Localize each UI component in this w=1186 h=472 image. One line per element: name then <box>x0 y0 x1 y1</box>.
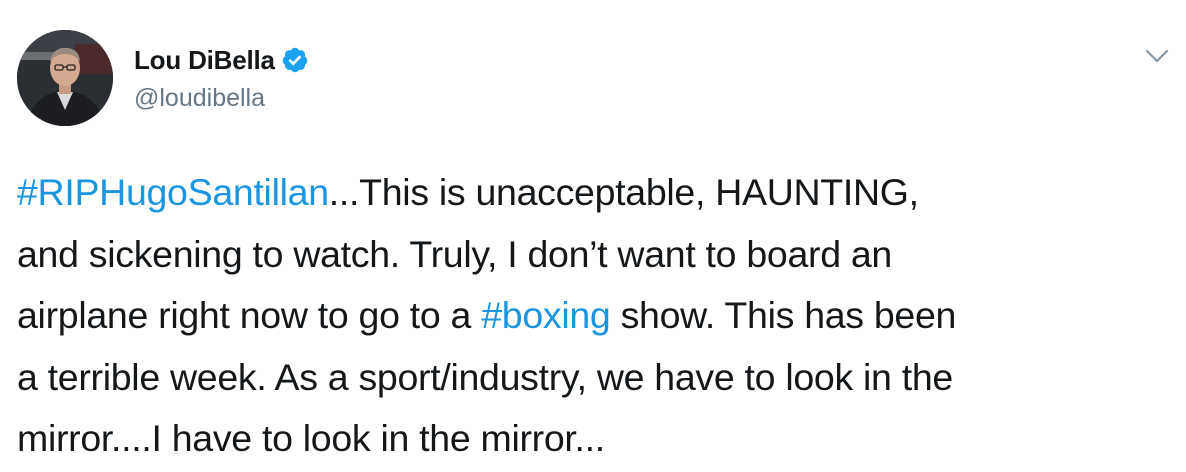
tweet-text-segment: airplane right now to go to a <box>17 294 482 336</box>
tweet-text-segment: show. This has been <box>610 294 957 336</box>
tweet-line-1: #RIPHugoSantillan...This is unacceptable… <box>17 162 1177 224</box>
tweet-line-4: a terrible week. As a sport/industry, we… <box>17 355 953 398</box>
verified-badge-icon <box>282 47 308 73</box>
tweet-text-segment: ...This is unacceptable, HAUNTING, <box>328 171 919 213</box>
author-handle[interactable]: @loudibella <box>134 84 265 113</box>
chevron-down-icon <box>1145 49 1169 63</box>
tweet-card: Lou DiBella @loudibella #RIPHugoSantilla… <box>0 0 1186 472</box>
tweet-line-5: mirror....I have to look in the mirror..… <box>17 417 605 459</box>
avatar[interactable] <box>17 30 113 126</box>
author-name-row[interactable]: Lou DiBella <box>134 43 309 77</box>
avatar-photo <box>17 30 113 126</box>
tweet-menu-button[interactable] <box>1142 44 1172 68</box>
display-name[interactable]: Lou DiBella <box>134 45 275 76</box>
hashtag-link[interactable]: #boxing <box>481 294 611 336</box>
tweet-line-3: airplane right now to go to a #boxing sh… <box>17 285 1177 347</box>
tweet-text: #RIPHugoSantillan...This is unacceptable… <box>17 162 1177 470</box>
hashtag-link[interactable]: #RIPHugoSantillan <box>17 171 329 213</box>
tweet-line-2: and sickening to watch. Truly, I don’t w… <box>17 232 892 275</box>
